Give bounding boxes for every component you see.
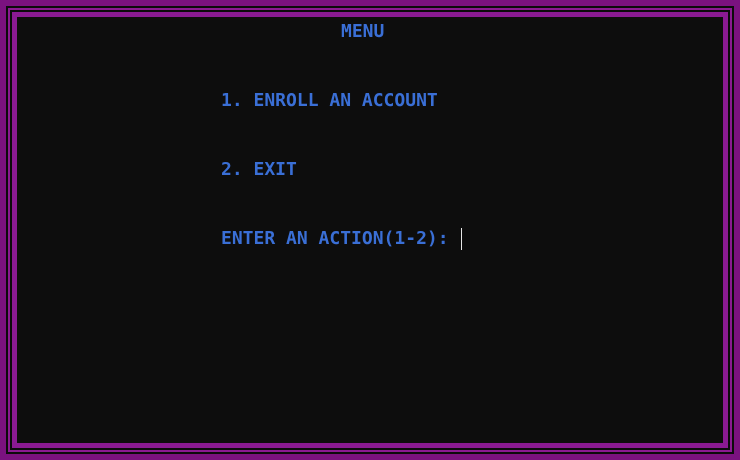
action-input-row[interactable]: ENTER AN ACTION(1-2): [221, 228, 462, 250]
text-cursor [460, 228, 462, 250]
menu-title: MENU [341, 21, 385, 42]
terminal-window: MENU 1. ENROLL AN ACCOUNT 2. EXIT ENTER … [0, 0, 740, 460]
menu-item-enroll: 1. ENROLL AN ACCOUNT [221, 90, 438, 111]
action-prompt: ENTER AN ACTION(1-2): [221, 228, 449, 249]
terminal-screen: MENU 1. ENROLL AN ACCOUNT 2. EXIT ENTER … [17, 17, 723, 443]
menu-item-exit: 2. EXIT [221, 159, 297, 180]
